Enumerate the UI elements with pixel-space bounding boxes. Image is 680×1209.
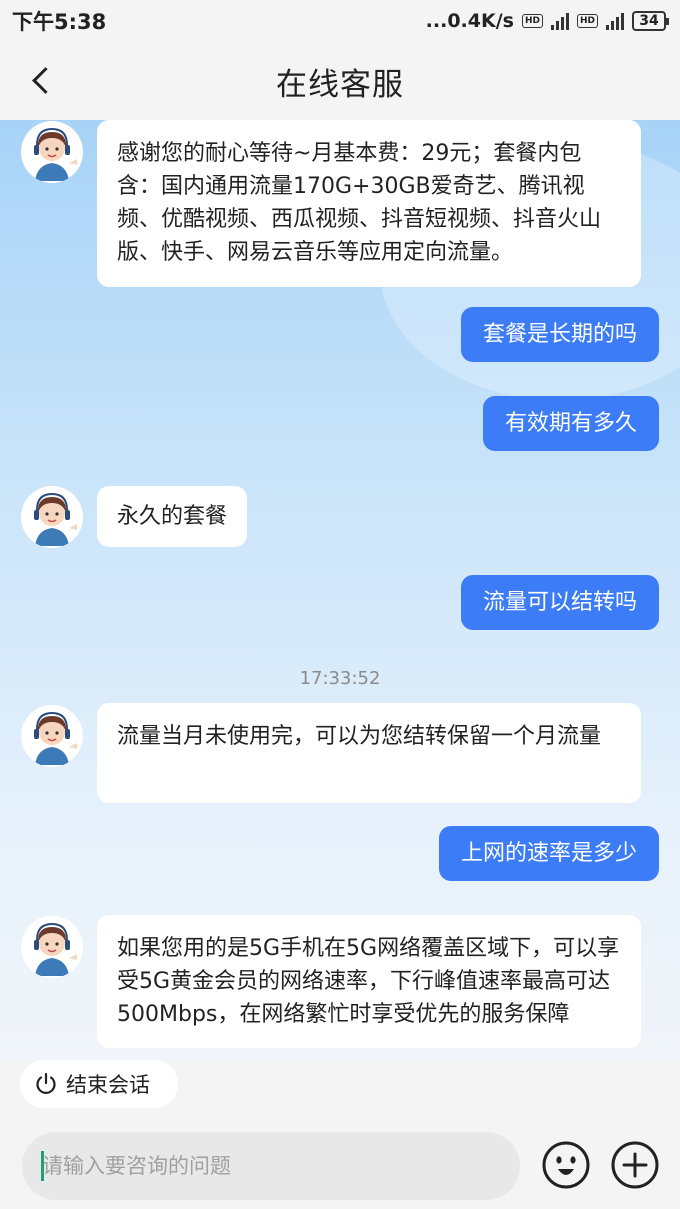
end-session-button[interactable]: 结束会话 <box>20 1060 178 1108</box>
network-speed: ...0.4K/s <box>425 10 514 32</box>
plus-icon[interactable] <box>610 1140 660 1190</box>
status-indicators: ...0.4K/s HD HD 34 <box>425 10 669 32</box>
emoji-icon[interactable] <box>541 1140 591 1190</box>
header: 在线客服 <box>0 42 680 120</box>
agent-message: 如果您用的是5G手机在5G网络覆盖区域下，可以享受5G黄金会员的网络速率，下行峰… <box>97 915 641 1048</box>
page-title: 在线客服 <box>276 66 404 103</box>
end-session-label: 结束会话 <box>66 1073 150 1097</box>
agent-avatar <box>21 486 83 548</box>
chat-area[interactable]: 感谢您的耐心等待~月基本费：29元；套餐内包含：国内通用流量170G+30GB爱… <box>0 120 680 1060</box>
user-message: 流量可以结转吗 <box>460 575 659 630</box>
message-timestamp: 17:33:52 <box>299 668 381 689</box>
user-message: 有效期有多久 <box>482 396 659 451</box>
hd-badge-2: HD <box>576 14 598 28</box>
agent-avatar <box>21 705 83 767</box>
input-bar <box>0 1122 680 1209</box>
text-caret <box>41 1151 44 1181</box>
signal-icon <box>550 12 569 30</box>
agent-avatar <box>21 916 83 978</box>
power-icon <box>36 1072 56 1094</box>
agent-message: 流量当月未使用完，可以为您结转保留一个月流量 <box>97 703 641 803</box>
signal-icon-2 <box>606 12 624 30</box>
back-arrow-icon[interactable] <box>24 62 60 98</box>
hd-badge: HD <box>521 14 543 28</box>
status-bar: 下午5:38 ...0.4K/s HD HD 34 <box>0 0 680 42</box>
user-message: 上网的速率是多少 <box>438 826 659 881</box>
message-input[interactable] <box>22 1132 520 1200</box>
agent-avatar <box>21 121 83 183</box>
agent-message: 感谢您的耐心等待~月基本费：29元；套餐内包含：国内通用流量170G+30GB爱… <box>97 120 641 287</box>
agent-message: 永久的套餐 <box>97 486 248 547</box>
user-message: 套餐是长期的吗 <box>460 307 659 362</box>
battery-icon: 34 <box>632 11 669 31</box>
status-time: 下午5:38 <box>12 10 107 34</box>
